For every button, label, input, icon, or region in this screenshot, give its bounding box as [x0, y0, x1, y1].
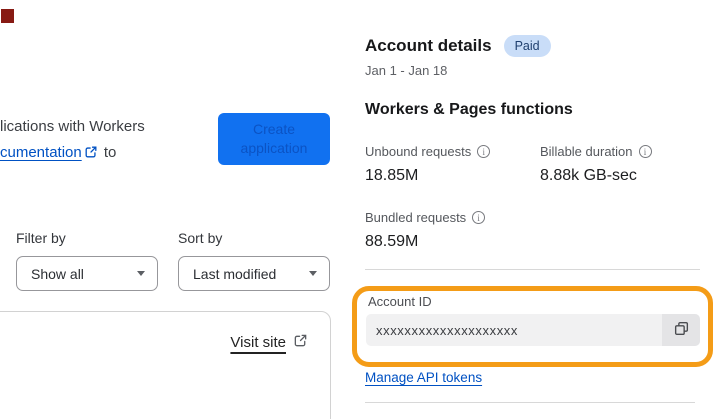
- bundled-requests-value: 88.59M: [365, 233, 419, 250]
- billable-duration-label: Billable duration: [540, 144, 652, 159]
- bundled-requests-label: Bundled requests: [365, 210, 486, 225]
- visit-site-label: Visit site: [230, 334, 286, 351]
- create-application-label-line1: Create: [252, 121, 296, 137]
- account-id-input[interactable]: [366, 314, 662, 346]
- filter-by-label: Filter by: [16, 230, 66, 246]
- intro-line-1: lications with Workers: [0, 118, 145, 135]
- account-id-label: Account ID: [368, 294, 432, 309]
- stat-label-text: Billable duration: [540, 144, 633, 159]
- sort-dropdown-value: Last modified: [193, 265, 277, 282]
- documentation-link[interactable]: cumentation: [0, 144, 82, 161]
- workers-pages-functions-title: Workers & Pages functions: [365, 101, 573, 118]
- filter-dropdown-value: Show all: [31, 265, 84, 282]
- external-link-icon: [293, 333, 308, 352]
- intro-text: lications with Workers cumentation to: [0, 114, 212, 168]
- unbound-requests-label: Unbound requests: [365, 144, 491, 159]
- copy-button[interactable]: [662, 314, 700, 346]
- chevron-down-icon: [309, 271, 317, 276]
- account-details-panel: Account details Paid Jan 1 - Jan 18 Work…: [352, 0, 718, 419]
- intro-line-2: cumentation to: [0, 140, 212, 168]
- copy-icon: [673, 320, 690, 340]
- visit-site-link[interactable]: Visit site: [230, 333, 308, 352]
- sort-by-label: Sort by: [178, 230, 223, 246]
- sort-dropdown[interactable]: Last modified: [178, 256, 330, 291]
- divider: [365, 269, 700, 270]
- paid-badge: Paid: [503, 35, 551, 57]
- intro-line-2-after: to: [99, 144, 117, 161]
- external-link-icon: [84, 142, 98, 168]
- info-icon[interactable]: [472, 211, 486, 224]
- info-icon[interactable]: [477, 145, 491, 158]
- manage-api-tokens-link[interactable]: Manage API tokens: [365, 370, 482, 385]
- create-application-button[interactable]: Create application: [218, 113, 330, 165]
- red-corner-marker: [1, 9, 14, 23]
- info-icon[interactable]: [638, 145, 652, 158]
- billable-duration-value: 8.88k GB-sec: [540, 167, 637, 184]
- panel-header: Account details Paid: [365, 35, 551, 57]
- project-card: Visit site: [0, 311, 331, 419]
- account-details-title: Account details: [365, 36, 492, 55]
- stat-label-text: Unbound requests: [365, 144, 472, 159]
- stat-label-text: Bundled requests: [365, 210, 467, 225]
- chevron-down-icon: [137, 271, 145, 276]
- account-id-field-group: [366, 314, 700, 346]
- date-range: Jan 1 - Jan 18: [365, 63, 448, 78]
- unbound-requests-value: 18.85M: [365, 167, 419, 184]
- create-application-label-line2: application: [240, 140, 308, 156]
- divider: [365, 402, 695, 403]
- filter-dropdown[interactable]: Show all: [16, 256, 158, 291]
